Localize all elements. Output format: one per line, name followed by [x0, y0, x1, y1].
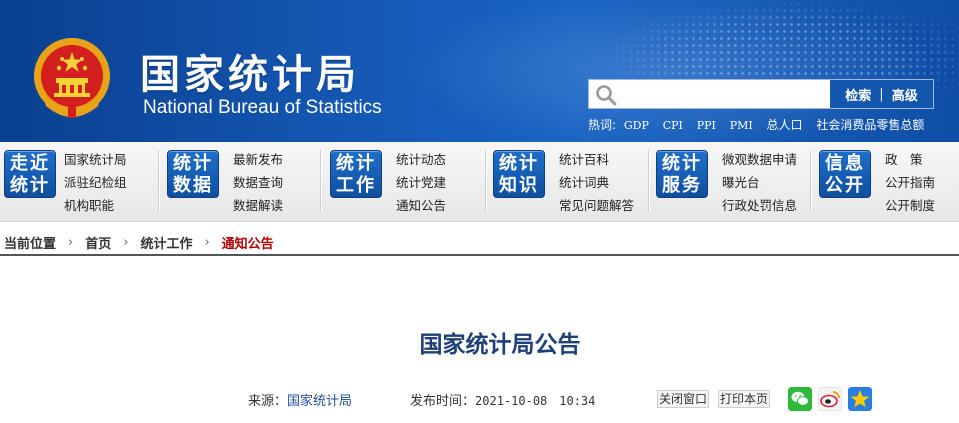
breadcrumb: 当前位置 › 首页 › 统计工作 › 通知公告 — [0, 230, 959, 256]
hot-word-link[interactable]: 社会消费品零售总额 — [816, 118, 924, 132]
nav-divider — [320, 150, 321, 212]
nav-badge-line: 信息 — [825, 153, 865, 174]
nav-badge[interactable]: 走近 统计 — [4, 150, 56, 198]
search-icon — [596, 85, 617, 106]
hot-word-link[interactable]: CPI — [663, 119, 683, 132]
nav-badge-line: 走近 — [10, 153, 50, 174]
hot-word-link[interactable]: 总人口 — [767, 118, 803, 132]
hot-word-link[interactable]: PMI — [730, 119, 753, 132]
hot-words-label: 热词: — [588, 118, 617, 132]
main-nav: 走近 统计 国家统计局 派驻纪检组 机构职能 统计 数据 最新发布 数据查询 数… — [0, 142, 959, 222]
nav-links: 政 策 公开指南 公开制度 — [885, 148, 935, 217]
breadcrumb-link-home[interactable]: 首页 — [85, 233, 111, 252]
nav-divider — [158, 150, 159, 212]
nav-link[interactable]: 统计党建 — [396, 171, 446, 194]
nav-link[interactable]: 机构职能 — [64, 194, 127, 217]
nav-group-xinxi-gongkai: 信息 公开 政 策 公开指南 公开制度 — [815, 142, 959, 222]
nav-badge-line: 服务 — [662, 175, 702, 196]
site-title-english[interactable]: National Bureau of Statistics — [143, 97, 382, 119]
nav-link[interactable]: 数据查询 — [233, 171, 283, 194]
article-date: 发布时间：2021-10-08 10:34 — [410, 390, 595, 409]
nav-badge-line: 统计 — [336, 153, 376, 174]
hot-words: 热词: GDP CPI PPI PMI 总人口 社会消费品零售总额 — [588, 116, 948, 133]
national-emblem-icon — [34, 38, 110, 118]
nav-link[interactable]: 常见问题解答 — [559, 194, 634, 217]
search-button-separator: | — [879, 86, 884, 102]
nav-link[interactable]: 微观数据申请 — [722, 148, 797, 171]
nav-link[interactable]: 派驻纪检组 — [64, 171, 127, 194]
breadcrumb-current[interactable]: 通知公告 — [222, 233, 274, 252]
nav-link[interactable]: 国家统计局 — [64, 148, 127, 171]
search-box: 检索 | 高级 — [588, 79, 934, 109]
nav-link[interactable]: 统计词典 — [559, 171, 634, 194]
nav-link[interactable]: 公开指南 — [885, 171, 935, 194]
nav-link[interactable]: 曝光台 — [722, 171, 797, 194]
search-button[interactable]: 检索 — [837, 85, 879, 104]
search-button-group: 检索 | 高级 — [830, 80, 933, 108]
close-window-button[interactable]: 关闭窗口 — [657, 390, 710, 408]
source-label: 来源： — [248, 394, 288, 409]
wechat-share-icon[interactable] — [788, 387, 812, 411]
article-title: 国家统计局公告 — [419, 332, 581, 358]
nav-divider — [648, 150, 649, 212]
hot-word-link[interactable]: PPI — [697, 119, 716, 132]
nav-links: 统计百科 统计词典 常见问题解答 — [559, 148, 634, 217]
nav-badge-line: 知识 — [499, 175, 539, 196]
nav-badge-line: 统计 — [662, 153, 702, 174]
nav-group-tongji-fuwu: 统计 服务 微观数据申请 曝光台 行政处罚信息 — [652, 142, 812, 222]
source-value: 国家统计局 — [287, 394, 353, 409]
nav-links: 国家统计局 派驻纪检组 机构职能 — [64, 148, 127, 217]
date-label: 发布时间： — [410, 394, 476, 409]
nav-link[interactable]: 公开制度 — [885, 194, 935, 217]
breadcrumb-label: 当前位置 — [4, 236, 57, 252]
nav-badge-line: 统计 — [173, 153, 213, 174]
chevron-right-icon: › — [68, 234, 74, 250]
nav-badge-line: 工作 — [336, 175, 376, 196]
qzone-share-icon[interactable] — [848, 387, 872, 411]
nav-group-zoujin-tongji: 走近 统计 国家统计局 派驻纪检组 机构职能 — [0, 142, 160, 222]
nav-badge[interactable]: 信息 公开 — [819, 150, 871, 198]
nav-link[interactable]: 最新发布 — [233, 148, 283, 171]
nav-link[interactable]: 行政处罚信息 — [722, 194, 797, 217]
nav-group-tongji-zhishi: 统计 知识 统计百科 统计词典 常见问题解答 — [489, 142, 649, 222]
chevron-right-icon: › — [123, 234, 129, 250]
nav-badge-line: 数据 — [173, 175, 213, 196]
article-source: 来源：国家统计局 — [248, 390, 352, 409]
nav-links: 统计动态 统计党建 通知公告 — [396, 148, 446, 217]
nav-link[interactable]: 通知公告 — [396, 194, 446, 217]
nav-badge[interactable]: 统计 知识 — [493, 150, 545, 198]
nav-badge[interactable]: 统计 数据 — [167, 150, 219, 198]
site-title-chinese[interactable]: 国家统计局 — [140, 42, 360, 100]
breadcrumb-link-work[interactable]: 统计工作 — [140, 233, 192, 252]
nav-badge-line: 公开 — [825, 175, 865, 196]
nav-group-tongji-gongzuo: 统计 工作 统计动态 统计党建 通知公告 — [326, 142, 486, 222]
nav-divider — [810, 150, 811, 212]
date-value: 2021-10-08 10:34 — [475, 394, 596, 408]
nav-link[interactable]: 数据解读 — [233, 194, 283, 217]
advanced-search-button[interactable]: 高级 — [884, 85, 926, 104]
nav-badge-line: 统计 — [10, 175, 50, 196]
nav-link[interactable]: 统计动态 — [396, 148, 446, 171]
nav-divider — [485, 150, 486, 212]
weibo-share-icon[interactable] — [818, 387, 842, 411]
nav-badge-line: 统计 — [499, 153, 539, 174]
nav-badge[interactable]: 统计 工作 — [330, 150, 382, 198]
nav-links: 微观数据申请 曝光台 行政处罚信息 — [722, 148, 797, 217]
site-header: 国家统计局 National Bureau of Statistics 检索 |… — [0, 0, 959, 142]
search-input[interactable] — [621, 82, 817, 106]
print-page-button[interactable]: 打印本页 — [718, 390, 771, 408]
chevron-right-icon: › — [204, 234, 210, 250]
nav-links: 最新发布 数据查询 数据解读 — [233, 148, 283, 217]
nav-badge[interactable]: 统计 服务 — [656, 150, 708, 198]
nav-group-tongji-shuju: 统计 数据 最新发布 数据查询 数据解读 — [163, 142, 323, 222]
hot-word-link[interactable]: GDP — [624, 119, 649, 132]
nav-link[interactable]: 政 策 — [885, 148, 935, 171]
nav-link[interactable]: 统计百科 — [559, 148, 634, 171]
